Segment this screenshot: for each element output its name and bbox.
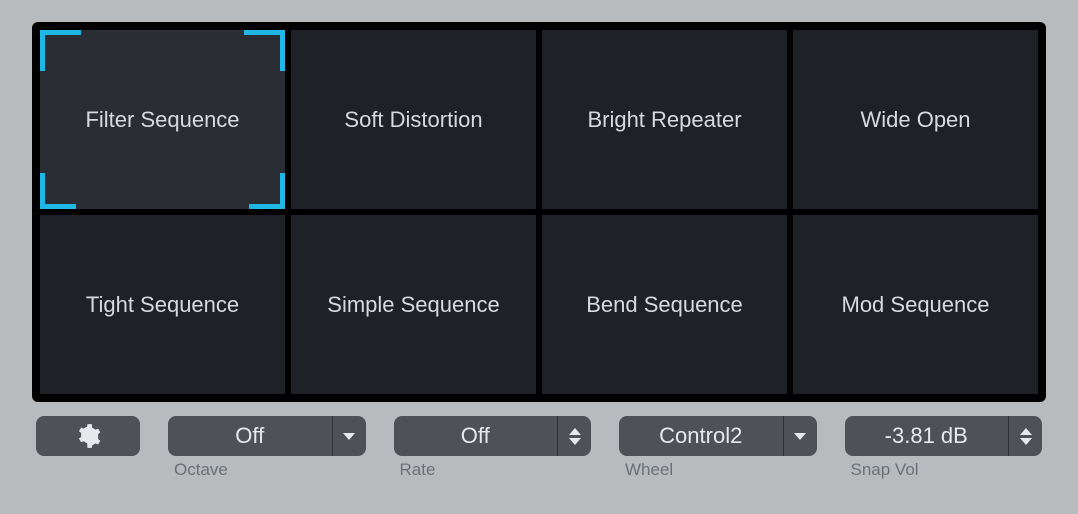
pad-label: Mod Sequence: [842, 292, 990, 318]
pad-bright-repeater[interactable]: Bright Repeater: [542, 30, 787, 209]
octave-control: Off Octave: [168, 416, 366, 480]
snap-vol-value: -3.81 dB: [845, 416, 1009, 456]
stepper-arrows-icon: [1008, 416, 1042, 456]
pad-tight-sequence[interactable]: Tight Sequence: [40, 215, 285, 394]
pad-label: Bend Sequence: [586, 292, 743, 318]
octave-select[interactable]: Off: [168, 416, 366, 456]
pad-label: Bright Repeater: [587, 107, 741, 133]
octave-value: Off: [168, 416, 332, 456]
pad-label: Wide Open: [860, 107, 970, 133]
wheel-value: Control2: [619, 416, 783, 456]
pad-simple-sequence[interactable]: Simple Sequence: [291, 215, 536, 394]
chevron-down-icon: [332, 416, 366, 456]
settings-button[interactable]: [36, 416, 140, 456]
snap-vol-label: Snap Vol: [845, 460, 1043, 480]
wheel-label: Wheel: [619, 460, 817, 480]
snapshot-panel: Filter Sequence Soft Distortion Bright R…: [32, 22, 1046, 480]
controls-row: Off Octave Off Rate Control2: [32, 416, 1046, 480]
pad-label: Soft Distortion: [344, 107, 482, 133]
snap-vol-control: -3.81 dB Snap Vol: [845, 416, 1043, 480]
snap-vol-stepper[interactable]: -3.81 dB: [845, 416, 1043, 456]
wheel-control: Control2 Wheel: [619, 416, 817, 480]
pad-label: Filter Sequence: [85, 107, 239, 133]
pad-grid: Filter Sequence Soft Distortion Bright R…: [32, 22, 1046, 402]
chevron-down-icon: [783, 416, 817, 456]
pad-filter-sequence[interactable]: Filter Sequence: [40, 30, 285, 209]
wheel-select[interactable]: Control2: [619, 416, 817, 456]
octave-label: Octave: [168, 460, 366, 480]
gear-icon: [75, 423, 101, 449]
rate-label: Rate: [394, 460, 592, 480]
pad-bend-sequence[interactable]: Bend Sequence: [542, 215, 787, 394]
pad-wide-open[interactable]: Wide Open: [793, 30, 1038, 209]
rate-stepper[interactable]: Off: [394, 416, 592, 456]
rate-control: Off Rate: [394, 416, 592, 480]
stepper-arrows-icon: [557, 416, 591, 456]
pad-soft-distortion[interactable]: Soft Distortion: [291, 30, 536, 209]
pad-label: Tight Sequence: [86, 292, 239, 318]
pad-mod-sequence[interactable]: Mod Sequence: [793, 215, 1038, 394]
rate-value: Off: [394, 416, 558, 456]
pad-label: Simple Sequence: [327, 292, 499, 318]
